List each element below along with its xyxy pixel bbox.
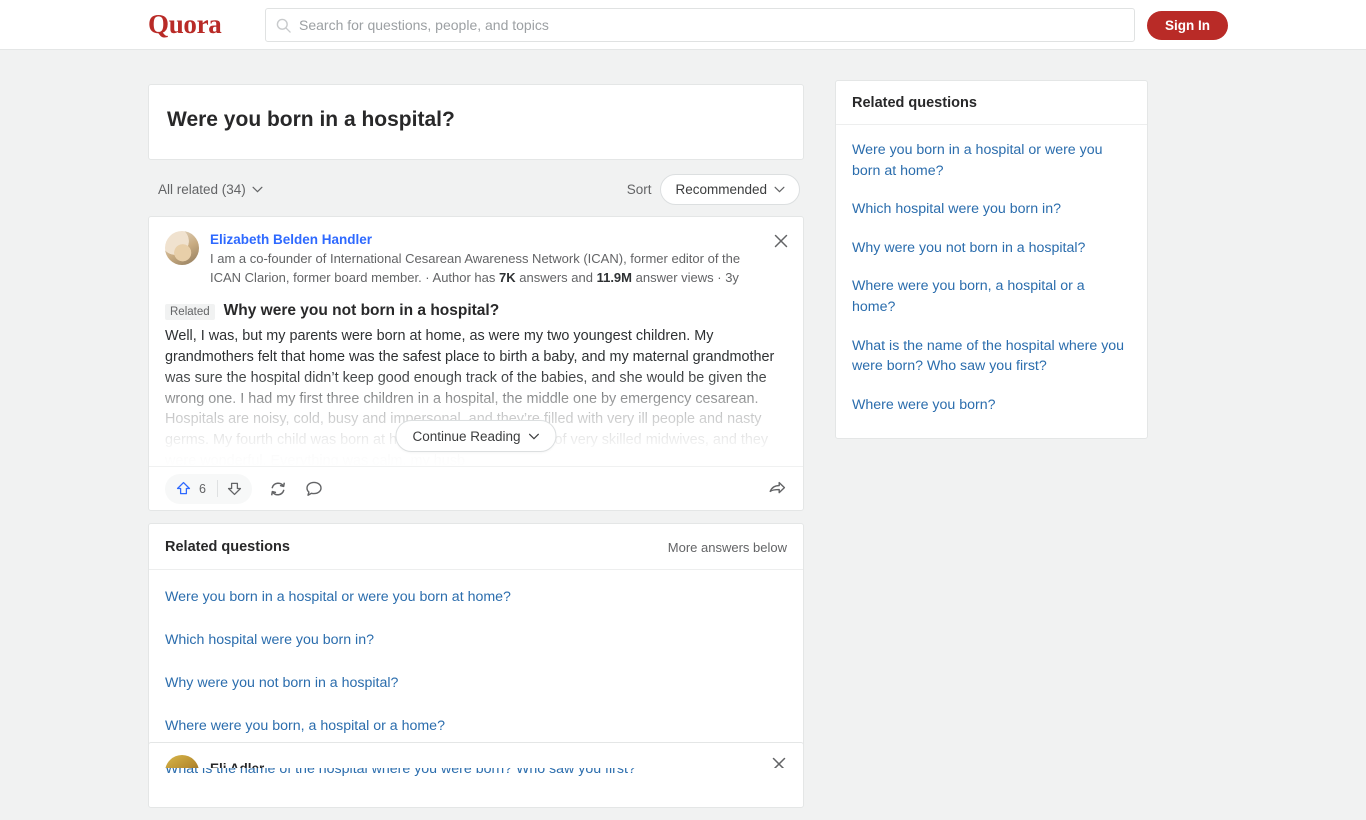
sidebar-item-question-1[interactable]: Were you born in a hospital or were you … bbox=[852, 131, 1131, 190]
related-questions-title: Related questions bbox=[165, 539, 290, 556]
sidebar-item-question-2[interactable]: Which hospital were you born in? bbox=[852, 190, 1131, 229]
main-content-column: Were you born in a hospital? All related… bbox=[148, 84, 804, 820]
chevron-down-icon bbox=[529, 433, 540, 440]
close-icon[interactable] bbox=[772, 757, 790, 768]
chevron-down-icon bbox=[252, 186, 263, 193]
sidebar: Related questions Were you born in a hos… bbox=[835, 80, 1148, 451]
vote-control: 6 bbox=[165, 473, 252, 504]
answer-card: Elizabeth Belden Handler I am a co-found… bbox=[148, 216, 804, 512]
question-header-card: Were you born in a hospital? bbox=[148, 84, 804, 161]
all-related-dropdown[interactable]: All related (34) bbox=[158, 182, 263, 197]
more-answers-below-label[interactable]: More answers below bbox=[668, 540, 787, 555]
next-answer-header: Eli Adler bbox=[149, 743, 803, 768]
sidebar-item-question-6[interactable]: Where were you born? bbox=[852, 386, 1131, 425]
list-item[interactable]: Were you born in a hospital or were you … bbox=[165, 576, 787, 619]
sidebar-item-question-4[interactable]: Where were you born, a hospital or a hom… bbox=[852, 267, 1131, 326]
author-credential: I am a co-founder of International Cesar… bbox=[210, 250, 761, 288]
related-question-line: Related Why were you not born in a hospi… bbox=[165, 302, 787, 321]
downvote-icon bbox=[228, 482, 242, 496]
credential-suffix: answer views · 3y bbox=[632, 270, 739, 286]
upvote-icon bbox=[176, 482, 191, 495]
avatar[interactable] bbox=[165, 231, 199, 266]
sidebar-item-question-3[interactable]: Why were you not born in a hospital? bbox=[852, 229, 1131, 268]
repost-icon[interactable] bbox=[268, 479, 288, 499]
upvote-count: 6 bbox=[199, 481, 206, 496]
answer-action-bar: 6 bbox=[149, 466, 803, 510]
top-navigation-bar: Quora Search for questions, people, and … bbox=[0, 0, 1366, 50]
sidebar-title: Related questions bbox=[836, 81, 1147, 125]
search-input[interactable]: Search for questions, people, and topics bbox=[265, 8, 1135, 42]
answer-author-header: Elizabeth Belden Handler I am a co-found… bbox=[165, 231, 787, 288]
avatar[interactable] bbox=[165, 755, 199, 768]
author-name[interactable]: Elizabeth Belden Handler bbox=[210, 231, 761, 249]
continue-reading-button[interactable]: Continue Reading bbox=[395, 420, 557, 453]
credential-view-count: 11.9M bbox=[596, 270, 632, 286]
list-item[interactable]: Why were you not born in a hospital? bbox=[165, 662, 787, 705]
related-questions-list: Were you born in a hospital or were you … bbox=[149, 570, 803, 806]
page-title: Were you born in a hospital? bbox=[167, 108, 455, 131]
author-meta: Elizabeth Belden Handler I am a co-found… bbox=[210, 231, 787, 288]
quora-logo[interactable]: Quora bbox=[148, 9, 222, 40]
status-badge: Related bbox=[165, 304, 215, 321]
continue-reading-label: Continue Reading bbox=[412, 428, 521, 444]
sort-value: Recommended bbox=[675, 181, 767, 197]
answer-body-container: Well, I was, but my parents were born at… bbox=[165, 326, 787, 467]
sidebar-item-question-5[interactable]: What is the name of the hospital where y… bbox=[852, 327, 1131, 386]
all-related-label: All related (34) bbox=[158, 181, 246, 197]
search-placeholder-text: Search for questions, people, and topics bbox=[299, 17, 549, 33]
related-question-title[interactable]: Why were you not born in a hospital? bbox=[224, 302, 500, 320]
sort-controls: Sort Recommended bbox=[626, 173, 800, 205]
sort-dropdown[interactable]: Recommended bbox=[660, 173, 800, 205]
credential-mid: answers and bbox=[515, 270, 597, 286]
search-icon bbox=[276, 18, 291, 33]
upvote-button[interactable]: 6 bbox=[165, 474, 217, 504]
answer-filter-row: All related (34) Sort Recommended bbox=[158, 172, 800, 206]
comment-icon[interactable] bbox=[304, 479, 324, 499]
downvote-button[interactable] bbox=[218, 474, 252, 504]
next-answer-author-name[interactable]: Eli Adler bbox=[210, 755, 264, 768]
sidebar-related-questions-card: Related questions Were you born in a hos… bbox=[835, 80, 1148, 440]
next-answer-card: Eli Adler bbox=[148, 742, 804, 768]
list-item[interactable]: Which hospital were you born in? bbox=[165, 619, 787, 662]
related-questions-header: Related questions More answers below bbox=[149, 524, 803, 571]
close-icon[interactable] bbox=[772, 232, 790, 250]
sign-in-button[interactable]: Sign In bbox=[1147, 11, 1228, 40]
credential-answer-count: 7K bbox=[499, 270, 516, 286]
sidebar-questions-list: Were you born in a hospital or were you … bbox=[836, 125, 1147, 438]
share-icon[interactable] bbox=[767, 479, 787, 499]
sort-label: Sort bbox=[626, 181, 652, 197]
chevron-down-icon bbox=[774, 186, 785, 193]
